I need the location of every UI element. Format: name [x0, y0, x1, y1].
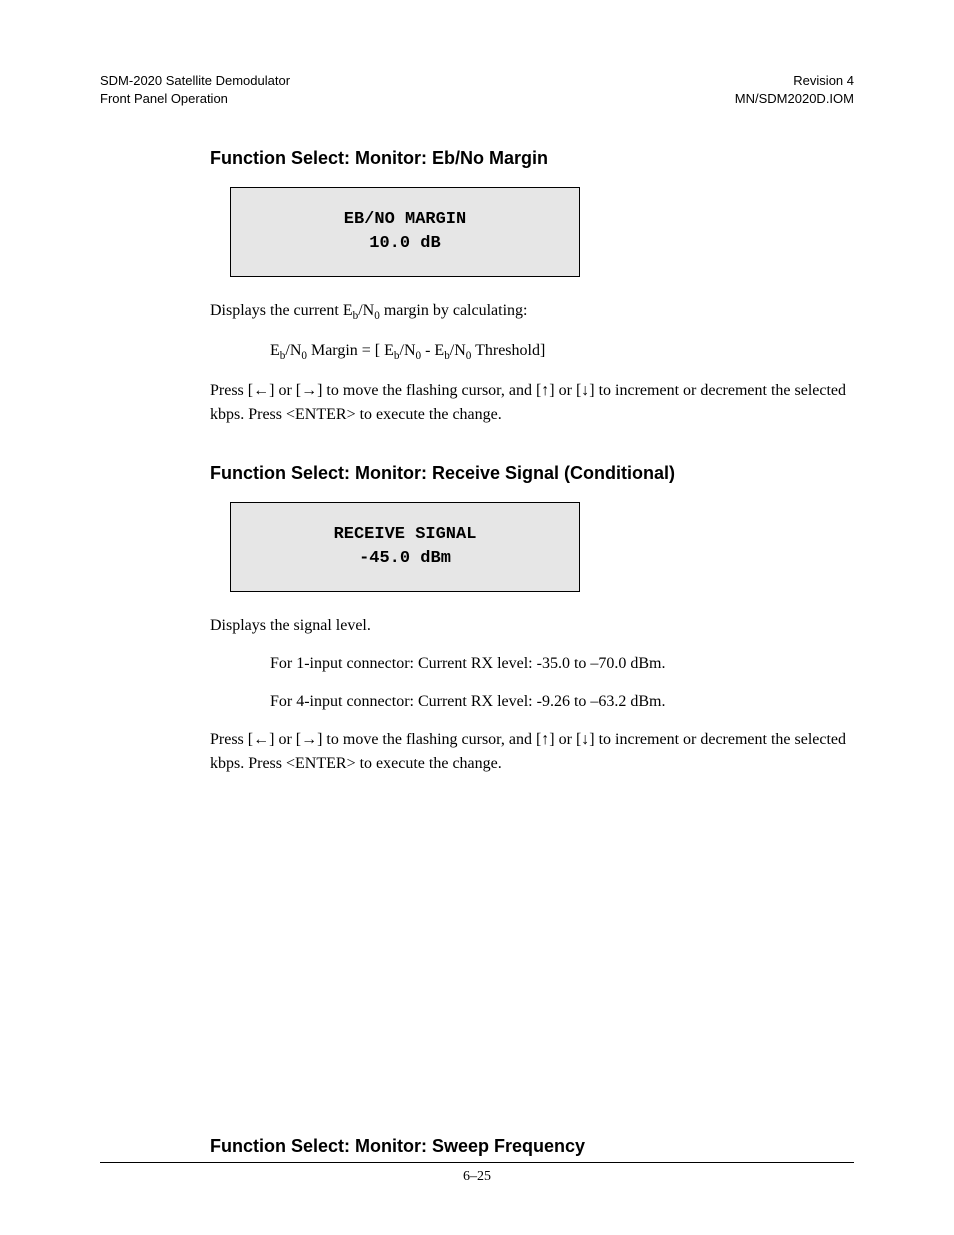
display-line1: RECEIVE SIGNAL — [241, 523, 569, 547]
section2-para2: For 1-input connector: Current RX level:… — [270, 652, 854, 676]
text: ] or [ — [269, 731, 301, 748]
text: - E — [421, 342, 444, 359]
header-right: Revision 4 MN/SDM2020D.IOM — [735, 72, 854, 108]
section2-heading: Function Select: Monitor: Receive Signal… — [210, 463, 854, 484]
display-box-ebno: EB/NO MARGIN 10.0 dB — [230, 187, 580, 277]
arrow-left-icon: ← — [253, 382, 269, 399]
text: margin by calculating: — [380, 302, 528, 319]
header-subtitle: Front Panel Operation — [100, 90, 290, 108]
text: Margin = [ E — [307, 342, 394, 359]
section2-para3: For 4-input connector: Current RX level:… — [270, 690, 854, 714]
display-line2: 10.0 dB — [241, 232, 569, 256]
text: ] to move the flashing cursor, and [ — [317, 731, 541, 748]
arrow-right-icon: → — [301, 731, 317, 748]
display-line2: -45.0 dBm — [241, 547, 569, 571]
text: /N — [450, 342, 466, 359]
section3-heading: Function Select: Monitor: Sweep Frequenc… — [210, 1136, 854, 1157]
section1-heading: Function Select: Monitor: Eb/No Margin — [210, 148, 854, 169]
text: Displays the current E — [210, 302, 353, 319]
text: ] to move the flashing cursor, and [ — [317, 382, 541, 399]
section1-para1: Displays the current Eb/N0 margin by cal… — [210, 299, 854, 325]
section1-formula: Eb/N0 Margin = [ Eb/N0 - Eb/N0 Threshold… — [270, 339, 854, 365]
page-header: SDM-2020 Satellite Demodulator Front Pan… — [100, 72, 854, 108]
header-docid: MN/SDM2020D.IOM — [735, 90, 854, 108]
header-left: SDM-2020 Satellite Demodulator Front Pan… — [100, 72, 290, 108]
text: /N — [358, 302, 374, 319]
text: Press [ — [210, 731, 253, 748]
display-line1: EB/NO MARGIN — [241, 208, 569, 232]
arrow-left-icon: ← — [253, 731, 269, 748]
text: /N — [400, 342, 416, 359]
text: E — [270, 342, 280, 359]
text: Threshold] — [471, 342, 545, 359]
text: Press [ — [210, 382, 253, 399]
display-box-receive: RECEIVE SIGNAL -45.0 dBm — [230, 502, 580, 592]
arrow-right-icon: → — [301, 382, 317, 399]
page-footer: 6–25 — [100, 1162, 854, 1185]
section2-para1: Displays the signal level. — [210, 614, 854, 638]
text: /N — [285, 342, 301, 359]
header-revision: Revision 4 — [735, 72, 854, 90]
text: ] or [ — [269, 382, 301, 399]
text: ] or [ — [549, 382, 581, 399]
section2-instruction: Press [←] or [→] to move the flashing cu… — [210, 728, 854, 776]
header-title: SDM-2020 Satellite Demodulator — [100, 72, 290, 90]
section1-instruction: Press [←] or [→] to move the flashing cu… — [210, 379, 854, 427]
page-number: 6–25 — [463, 1169, 491, 1184]
page-content: Function Select: Monitor: Eb/No Margin E… — [210, 148, 854, 1156]
text: ] or [ — [549, 731, 581, 748]
